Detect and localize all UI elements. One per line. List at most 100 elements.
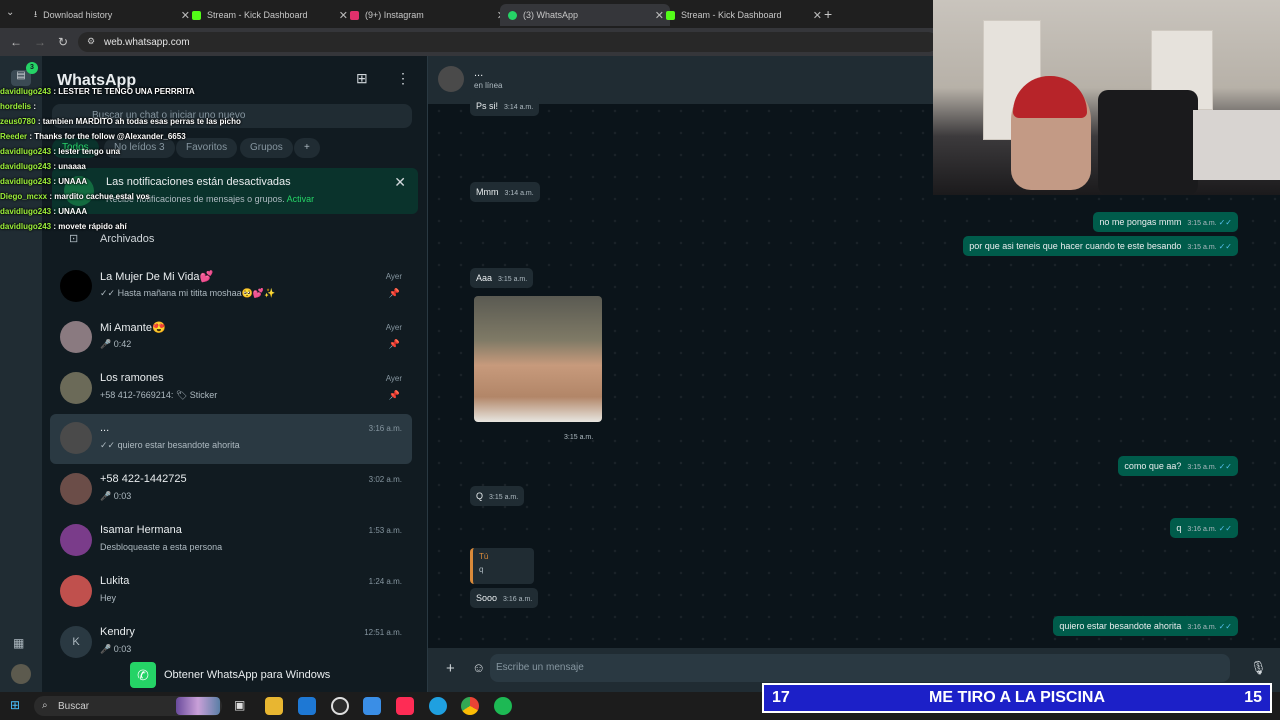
reload-icon[interactable]: ↻	[58, 35, 68, 49]
chat-list-item[interactable]: Mi Amante😍 🎤 0:42 Ayer 📌	[50, 313, 412, 363]
incoming-message[interactable]: Sooo 3:16 a.m.	[470, 588, 539, 608]
tab-download-history[interactable]: ⭳ Download history ✕	[26, 4, 196, 26]
chat-username: davidlugo243	[0, 222, 52, 231]
avatar: K	[60, 626, 92, 658]
message-time: 3:15 a.m.	[498, 276, 528, 283]
close-icon[interactable]: ✕	[394, 174, 406, 191]
whatsapp-logo-icon: ✆	[130, 662, 156, 688]
chat-username: davidlugo243	[0, 87, 52, 96]
tab-instagram[interactable]: (9+) Instagram ✕	[342, 4, 512, 26]
activate-link[interactable]: Activar	[287, 194, 315, 204]
chat-text: :	[33, 102, 37, 111]
taskbar-search-label: Buscar	[58, 701, 90, 712]
unread-badge: 3	[26, 62, 38, 74]
address-bar[interactable]: ⚙ web.whatsapp.com	[78, 32, 938, 52]
message-time: 3:14 a.m.	[504, 190, 534, 197]
chat-name: Kendry	[100, 626, 135, 638]
outgoing-message[interactable]: por que asi teneis que hacer cuando te e…	[963, 236, 1238, 256]
close-icon[interactable]: ✕	[813, 9, 822, 22]
chrome-icon[interactable]	[461, 697, 479, 715]
stream-chat-line: davidlugo243 : lester tengo una	[0, 144, 260, 159]
new-chat-icon[interactable]: ⊞	[356, 70, 368, 87]
chat-username: zeus0780	[0, 117, 36, 126]
quoted-author: Tú	[479, 552, 489, 561]
media-icon[interactable]: ▦	[13, 636, 24, 650]
outgoing-message[interactable]: como que aa? 3:15 a.m. ✓✓	[1118, 456, 1238, 476]
spotify-icon[interactable]	[494, 697, 512, 715]
incoming-message[interactable]: Q 3:15 a.m.	[470, 486, 525, 506]
outgoing-message[interactable]: no me pongas mmm 3:15 a.m. ✓✓	[1093, 212, 1238, 232]
message-text: como que aa?	[1124, 461, 1182, 471]
chat-list-item[interactable]: Isamar Hermana Desbloqueaste a esta perso…	[50, 516, 412, 566]
tab-whatsapp[interactable]: (3) WhatsApp ✕	[500, 4, 670, 26]
instagram-icon	[350, 10, 359, 20]
chat-list-item[interactable]: K Kendry 🎤 0:03 12:51 a.m.	[50, 618, 412, 668]
chat-list-item[interactable]: +58 422-1442725 🎤 0:03 3:02 a.m.	[50, 465, 412, 515]
incoming-message[interactable]: Aaa 3:15 a.m.	[470, 268, 534, 288]
microphone-icon[interactable]: 🎙	[1250, 660, 1267, 676]
tab-label: (9+) Instagram	[365, 10, 424, 20]
forward-icon[interactable]: →	[34, 35, 46, 49]
chat-time: 1:24 a.m.	[368, 577, 402, 586]
add-filter-icon[interactable]: +	[294, 138, 320, 158]
message-time: 3:16 a.m.	[503, 596, 533, 603]
message-input[interactable]: Escribe un mensaje	[490, 654, 1230, 682]
message-text: q	[1176, 523, 1182, 533]
chat-preview: ✓✓ Hasta mañana mi titita moshaa🥺💕✨	[100, 288, 276, 298]
stream-chat-line: davidlugo243 : LESTER TE TENGO UNA PERRR…	[0, 84, 260, 99]
outgoing-message[interactable]: q 3:16 a.m. ✓✓	[1170, 518, 1238, 538]
incoming-message[interactable]: Mmm 3:14 a.m.	[470, 182, 540, 202]
avatar	[60, 473, 92, 505]
edge-icon[interactable]	[429, 697, 447, 715]
chat-username: Diego_mcxx	[0, 192, 48, 201]
chat-time: 3:02 a.m.	[368, 475, 402, 484]
kick-icon	[192, 10, 201, 20]
profile-avatar[interactable]	[11, 664, 31, 684]
chat-list-item[interactable]: Lukita Hey 1:24 a.m.	[50, 567, 412, 617]
back-icon[interactable]: ←	[10, 35, 22, 49]
quoted-reply[interactable]: Tú q	[470, 548, 534, 584]
chat-preview: ✓✓ quiero estar besandote ahorita	[100, 440, 240, 450]
chat-list-item[interactable]: ... ✓✓ quiero estar besandote ahorita 3:16…	[50, 414, 412, 464]
chat-list-item[interactable]: Los ramones +58 412-7669214: 🏷 Sticker Aye…	[50, 364, 412, 414]
menu-icon[interactable]: ⋮	[396, 70, 410, 87]
outgoing-message[interactable]: quiero estar besandote ahorita 3:16 a.m. ✓…	[1053, 616, 1238, 636]
emoji-icon[interactable]: ☺	[472, 660, 485, 675]
get-whatsapp-windows-link[interactable]: ✆ Obtener WhatsApp para Windows	[130, 662, 330, 688]
chat-name: La Mujer De Mi Vida💕	[100, 271, 214, 283]
chat-username: davidlugo243	[0, 207, 52, 216]
tab-search-icon[interactable]: ⌄	[6, 7, 14, 18]
contact-avatar[interactable]	[438, 66, 464, 92]
file-explorer-icon[interactable]	[265, 697, 283, 715]
pin-icon: 📌	[388, 390, 400, 400]
tab-kick-dashboard[interactable]: Stream - Kick Dashboard ✕	[184, 4, 354, 26]
store-icon[interactable]	[363, 697, 381, 715]
archived-chats[interactable]: Archivados	[100, 233, 154, 245]
tiktok-icon[interactable]	[396, 697, 414, 715]
tab-kick-dashboard-2[interactable]: Stream - Kick Dashboard ✕	[658, 4, 828, 26]
chat-name: Los ramones	[100, 372, 164, 384]
message-time: 3:15 a.m.	[489, 494, 519, 501]
pin-icon: 📌	[388, 288, 400, 298]
avatar	[60, 321, 92, 353]
chat-time: Ayer	[385, 323, 402, 332]
windows-start-icon[interactable]: ⊞	[10, 698, 20, 712]
new-tab-icon[interactable]: +	[824, 6, 832, 22]
site-info-icon[interactable]: ⚙	[87, 36, 95, 47]
chat-time: Ayer	[385, 374, 402, 383]
outlook-icon[interactable]	[298, 697, 316, 715]
incoming-message[interactable]: Ps si! 3:14 a.m.	[470, 96, 540, 116]
message-text: no me pongas mmm	[1099, 217, 1182, 227]
chat-text: : Thanks for the follow @Alexander_6653	[29, 132, 186, 141]
sticker-image[interactable]	[474, 296, 602, 422]
chat-text: : tambien MARDITO ah todas esas perras t…	[37, 117, 241, 126]
chat-text: : movete rápido ahí	[53, 222, 127, 231]
attach-icon[interactable]: +	[446, 660, 455, 677]
message-time: 3:15 a.m.	[564, 434, 594, 441]
obs-icon[interactable]	[331, 697, 349, 715]
chat-list-item[interactable]: La Mujer De Mi Vida💕 ✓✓ Hasta mañana mi t…	[50, 262, 412, 312]
message-text: Ps si!	[476, 101, 499, 111]
message-time: 3:16 a.m.	[1187, 526, 1217, 533]
message-time: 3:15 a.m.	[1187, 220, 1217, 227]
task-view-icon[interactable]: ▣	[234, 698, 245, 712]
